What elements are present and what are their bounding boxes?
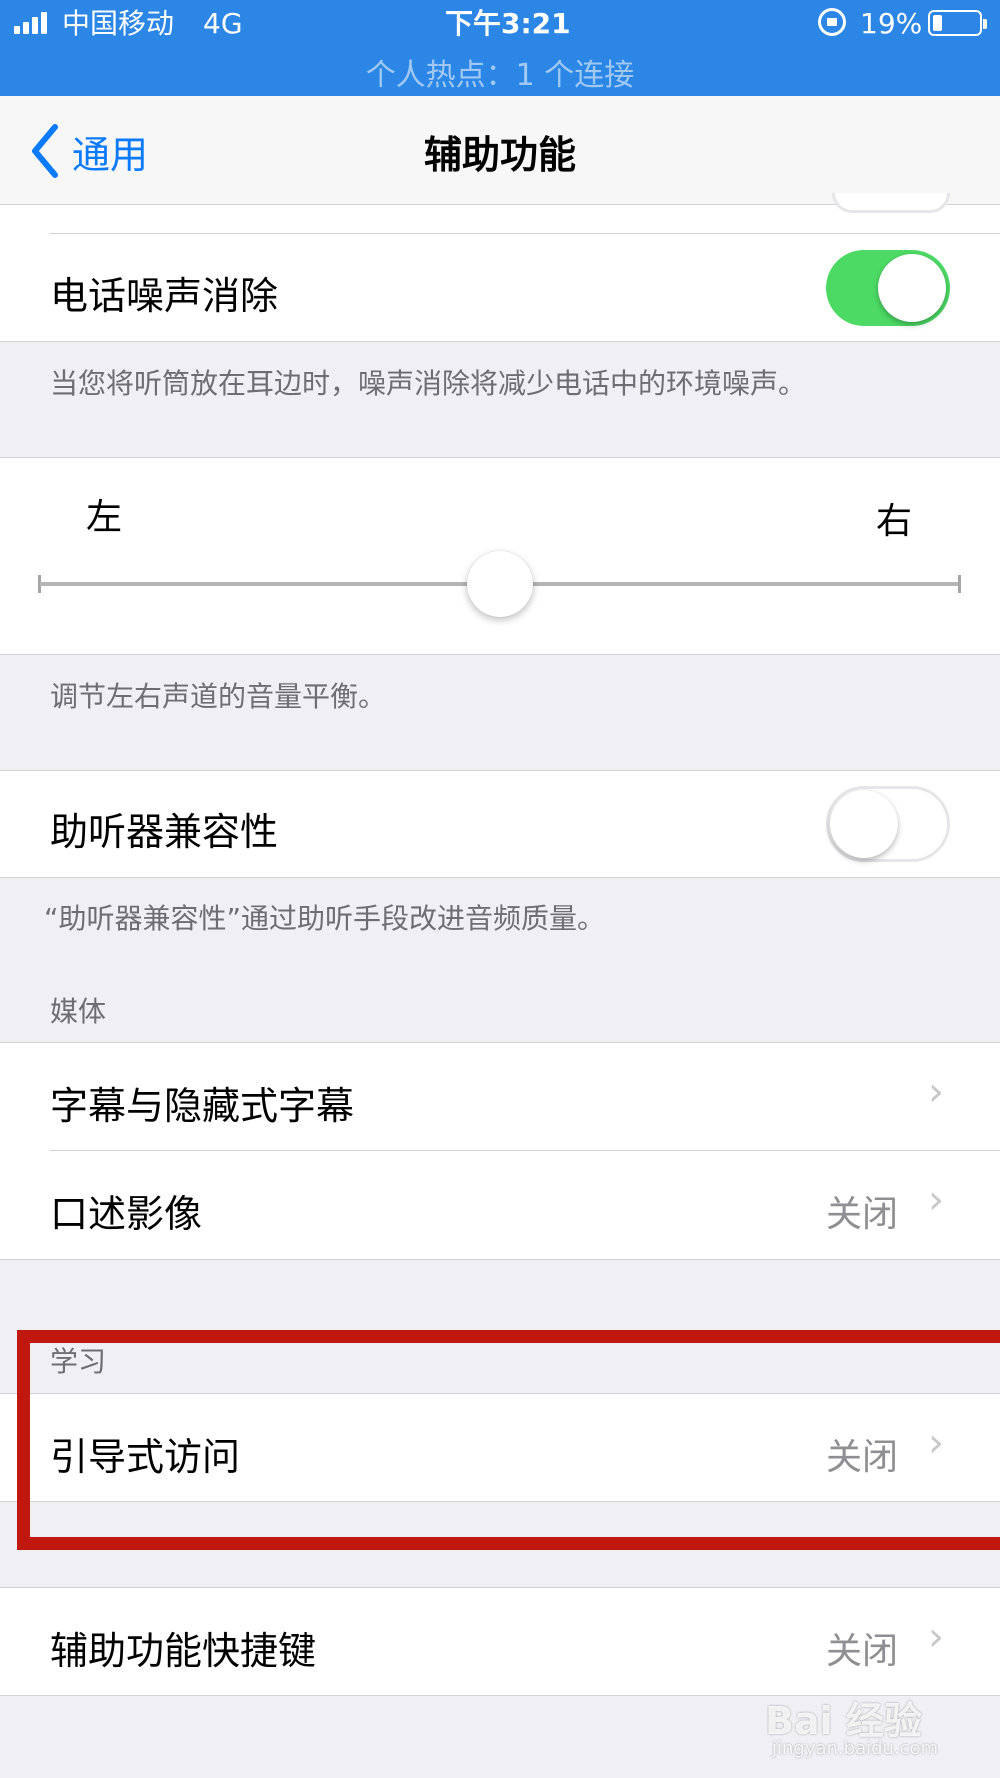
- chevron-right-icon: ›: [928, 1177, 944, 1223]
- audio-description-row[interactable]: 口述影像 关闭 ›: [0, 1151, 1000, 1259]
- hearing-aid-footer: “助听器兼容性”通过助听手段改进音频质量。: [44, 902, 606, 935]
- hearing-aid-group: 助听器兼容性: [0, 770, 1000, 878]
- baidu-watermark: Bai 经验: [765, 1699, 922, 1743]
- rotation-lock-icon: [818, 8, 846, 36]
- hotspot-banner[interactable]: 个人热点：1 个连接: [366, 58, 635, 93]
- page-title: 辅助功能: [423, 133, 576, 177]
- partial-toggle[interactable]: [832, 193, 950, 213]
- status-time: 下午3:21: [445, 7, 571, 40]
- audio-description-label: 口述影像: [50, 1192, 203, 1236]
- audio-description-value: 关闭: [826, 1194, 899, 1235]
- hearing-aid-row[interactable]: 助听器兼容性: [0, 771, 1000, 877]
- navigation-bar: 通用 辅助功能: [0, 96, 1000, 205]
- highlight-box: [17, 1330, 1000, 1550]
- balance-slider[interactable]: [38, 548, 962, 618]
- shortcut-value: 关闭: [826, 1631, 899, 1672]
- noise-cancel-row[interactable]: 电话噪声消除: [0, 235, 1000, 341]
- signal-icon: [14, 10, 54, 34]
- balance-group: 左 右: [0, 457, 1000, 655]
- carrier-name: 中国移动: [62, 7, 175, 40]
- slider-thumb[interactable]: [467, 551, 533, 617]
- baidu-watermark-url: jingyan.baidu.com: [772, 1738, 939, 1759]
- hearing-aid-toggle[interactable]: [826, 786, 950, 862]
- network-type: 4G: [203, 7, 243, 40]
- battery-percent: 19%: [860, 7, 923, 40]
- captions-label: 字幕与隐藏式字幕: [50, 1084, 355, 1128]
- media-group: 字幕与隐藏式字幕 › 口述影像 关闭 ›: [0, 1042, 1000, 1260]
- battery-icon: [928, 10, 987, 36]
- noise-cancel-label: 电话噪声消除: [50, 274, 279, 318]
- status-bar: 中国移动 4G 下午3:21 19% 个人热点：1 个连接: [0, 0, 1000, 96]
- accessibility-shortcut-row[interactable]: 辅助功能快捷键 关闭 ›: [0, 1588, 1000, 1695]
- balance-right-label: 右: [876, 501, 913, 542]
- chevron-right-icon: ›: [928, 1069, 944, 1115]
- settings-group-top: 电话噪声消除: [0, 193, 1000, 342]
- noise-cancel-footer: 当您将听筒放在耳边时，噪声消除将减少电话中的环境噪声。: [50, 367, 807, 400]
- shortcut-group: 辅助功能快捷键 关闭 ›: [0, 1587, 1000, 1696]
- slider-right-tick: [958, 575, 961, 593]
- hearing-aid-label: 助听器兼容性: [50, 810, 279, 854]
- captions-row[interactable]: 字幕与隐藏式字幕 ›: [0, 1043, 1000, 1150]
- balance-footer: 调节左右声道的音量平衡。: [50, 680, 387, 713]
- noise-cancel-toggle[interactable]: [826, 250, 950, 326]
- media-section-header: 媒体: [50, 995, 107, 1028]
- shortcut-label: 辅助功能快捷键: [50, 1629, 317, 1673]
- chevron-right-icon: ›: [928, 1614, 944, 1660]
- balance-left-label: 左: [86, 497, 123, 538]
